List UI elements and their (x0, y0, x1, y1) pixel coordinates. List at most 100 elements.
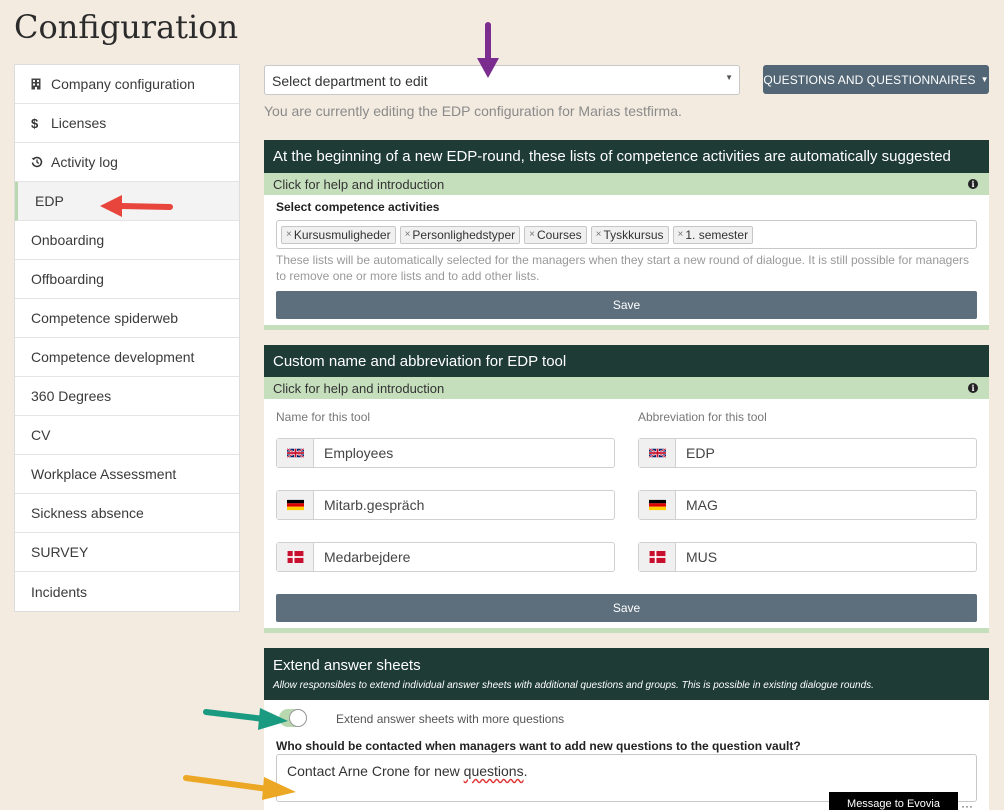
sidebar-item-competence-development[interactable]: Competence development (15, 338, 239, 377)
sidebar-nav: Company configuration $ Licenses Activit… (14, 64, 240, 612)
remove-tag-icon[interactable]: × (596, 229, 602, 240)
tag-label: Courses (536, 227, 582, 242)
name-value: Employees (324, 445, 394, 461)
department-select[interactable]: Select department to edit ▼ (264, 65, 740, 95)
abbreviation-field-english[interactable]: EDP (638, 438, 977, 468)
sidebar-item-label: Competence spiderweb (31, 310, 179, 326)
editing-note: You are currently editing the EDP config… (264, 103, 682, 119)
contact-text: Contact Arne Crone for new (287, 763, 464, 779)
questions-button-label: QUESTIONS AND QUESTIONNAIRES (763, 72, 976, 87)
panel-title: Custom name and abbreviation for EDP too… (273, 352, 567, 370)
info-icon: i (968, 383, 978, 393)
tag-chip[interactable]: × Kursusmuligheder (281, 225, 396, 244)
sidebar-item-label: Company configuration (51, 76, 195, 92)
name-value: Medarbejdere (324, 549, 411, 565)
sidebar-item-label: Activity log (51, 154, 118, 170)
extend-answer-sheets-panel: Extend answer sheets Allow responsibles … (264, 648, 989, 810)
tag-label: Kursusmuligheder (293, 227, 391, 242)
sidebar-item-label: Licenses (51, 115, 107, 131)
germany-flag-icon (277, 491, 314, 519)
caret-down-icon: ▼ (980, 75, 989, 84)
remove-tag-icon[interactable]: × (678, 229, 684, 240)
name-value: Mitarb.gespräch (324, 497, 425, 513)
toggle-label: Extend answer sheets with more questions (336, 712, 565, 726)
sidebar-item-competence-spiderweb[interactable]: Competence spiderweb (15, 299, 239, 338)
competence-activities-multiselect[interactable]: × Kursusmuligheder × Personlighedstyper × C… (276, 220, 977, 249)
custom-name-panel: Custom name and abbreviation for EDP too… (264, 345, 989, 633)
name-field-english[interactable]: Employees (276, 438, 615, 468)
sidebar-item-activity-log[interactable]: Activity log (15, 143, 239, 182)
sidebar-item-label: 360 Degrees (31, 388, 112, 404)
history-icon (31, 156, 49, 168)
chevron-down-icon: ▼ (725, 73, 733, 82)
tag-chip[interactable]: × Courses (524, 225, 587, 244)
sidebar-item-onboarding[interactable]: Onboarding (15, 221, 239, 260)
sidebar-item-label: Workplace Assessment (31, 466, 177, 482)
building-icon (31, 78, 49, 90)
name-field-german[interactable]: Mitarb.gespräch (276, 490, 615, 520)
remove-tag-icon[interactable]: × (529, 229, 535, 240)
questions-and-questionnaires-button[interactable]: QUESTIONS AND QUESTIONNAIRES ▼ (763, 65, 989, 94)
sidebar-item-label: SURVEY (31, 544, 89, 560)
uk-flag-icon (277, 439, 314, 467)
more-options-icon[interactable]: ··· (961, 799, 973, 810)
sidebar-item-label: Incidents (31, 583, 88, 600)
panel-footer-bar (264, 325, 989, 330)
sidebar-item-cv[interactable]: CV (15, 416, 239, 455)
panel-footer-bar (264, 628, 989, 633)
abbreviation-value: MAG (686, 497, 718, 513)
sidebar-item-label: CV (31, 427, 51, 443)
suggested-lists-panel: At the beginning of a new EDP-round, the… (264, 140, 989, 330)
sidebar-item-label: Onboarding (31, 232, 105, 248)
tag-chip[interactable]: × Tyskkursus (590, 225, 669, 244)
tag-chip[interactable]: × 1. semester (672, 225, 754, 244)
remove-tag-icon[interactable]: × (286, 229, 292, 240)
suggested-lists-hint: These lists will be automatically select… (276, 253, 970, 283)
help-bar[interactable]: Click for help and introduction i (264, 173, 989, 195)
help-bar-label: Click for help and introduction (273, 176, 445, 192)
dollar-icon: $ (31, 115, 39, 131)
tag-label: 1. semester (685, 227, 749, 242)
germany-flag-icon (639, 491, 676, 519)
uk-flag-icon (639, 439, 676, 467)
save-button[interactable]: Save (276, 291, 977, 319)
panel-header: Extend answer sheets Allow responsibles … (264, 648, 989, 700)
abbreviation-value: MUS (686, 549, 718, 565)
sidebar-item-label: EDP (35, 193, 64, 209)
abbreviation-field-german[interactable]: MAG (638, 490, 977, 520)
info-icon: i (968, 179, 978, 189)
name-field-danish[interactable]: Medarbejdere (276, 542, 615, 572)
save-button[interactable]: Save (276, 594, 977, 622)
abbreviation-field-danish[interactable]: MUS (638, 542, 977, 572)
help-bar-label: Click for help and introduction (273, 380, 445, 396)
sidebar-item-360-degrees[interactable]: 360 Degrees (15, 377, 239, 416)
denmark-flag-icon (277, 543, 314, 571)
toggle-knob (289, 709, 307, 727)
name-column-label: Name for this tool (276, 410, 371, 424)
extend-answer-sheets-toggle[interactable] (279, 709, 307, 727)
sidebar-item-edp[interactable]: EDP (15, 182, 239, 221)
sidebar-item-label: Offboarding (31, 271, 104, 287)
sidebar-item-incidents[interactable]: Incidents (15, 572, 239, 611)
sidebar-item-label: Sickness absence (31, 505, 144, 521)
sidebar-item-offboarding[interactable]: Offboarding (15, 260, 239, 299)
competence-activities-label: Select competence activities (276, 200, 440, 214)
sidebar-item-workplace-assessment[interactable]: Workplace Assessment (15, 455, 239, 494)
help-bar[interactable]: Click for help and introduction i (264, 377, 989, 399)
page-title: Configuration (14, 8, 239, 46)
sidebar-item-label: Competence development (31, 349, 195, 365)
sidebar-item-sickness-absence[interactable]: Sickness absence (15, 494, 239, 533)
message-to-evovia-button[interactable]: Message to Evovia (829, 792, 958, 810)
panel-subtitle: Allow responsibles to extend individual … (273, 680, 874, 691)
sidebar-item-company-configuration[interactable]: Company configuration (15, 65, 239, 104)
sidebar-item-licenses[interactable]: $ Licenses (15, 104, 239, 143)
remove-tag-icon[interactable]: × (405, 229, 411, 240)
denmark-flag-icon (639, 543, 676, 571)
tag-label: Personlighedstyper (412, 227, 516, 242)
tag-chip[interactable]: × Personlighedstyper (399, 225, 521, 244)
abbreviation-column-label: Abbreviation for this tool (638, 410, 767, 424)
panel-title: At the beginning of a new EDP-round, the… (273, 148, 951, 165)
contact-text-misspelled: questions (463, 763, 524, 779)
sidebar-item-survey[interactable]: SURVEY (15, 533, 239, 572)
contact-text-end: . (523, 763, 528, 779)
